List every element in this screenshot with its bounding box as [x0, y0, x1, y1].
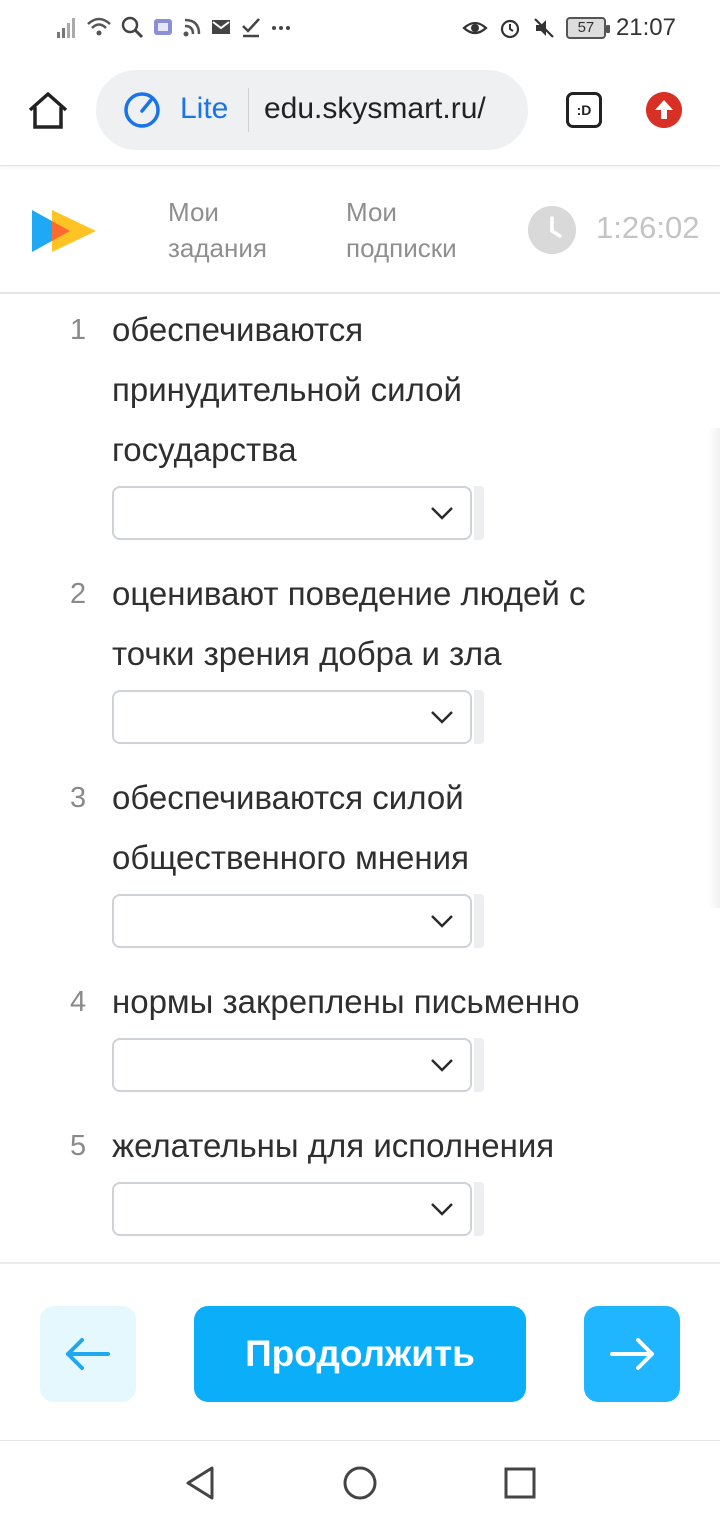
question-text: обеспечиваются силой общественного мнени… — [112, 768, 672, 888]
chevron-down-icon — [431, 507, 453, 520]
wifi-icon — [87, 17, 111, 36]
question-text: обеспечиваются принудительной силой госу… — [112, 300, 672, 480]
question-text-line: оценивают поведение людей с — [112, 575, 586, 612]
answer-dropdown[interactable] — [112, 894, 472, 948]
more-dots-icon — [272, 26, 290, 30]
site-header: Мои задания Мои подписки 1:26:02 — [0, 166, 720, 294]
question-text: желательны для исполнения — [112, 1116, 672, 1176]
chevron-down-icon — [431, 711, 453, 724]
clock-icon — [528, 206, 576, 254]
answer-dropdown[interactable] — [112, 1038, 472, 1092]
home-icon[interactable] — [26, 90, 70, 130]
question-text-line: обеспечиваются силой — [112, 779, 464, 816]
answer-dropdown[interactable] — [112, 1182, 472, 1236]
nav-my-subscriptions[interactable]: Мои подписки — [346, 194, 457, 266]
eye-icon — [462, 21, 488, 35]
page-scrollbar[interactable] — [708, 428, 720, 908]
question-number: 3 — [70, 782, 87, 814]
back-button[interactable] — [40, 1306, 136, 1402]
timer: 1:26:02 — [596, 210, 700, 245]
question-list: 1 обеспечиваются принудительной силой го… — [0, 296, 720, 1262]
skysmart-logo-icon[interactable] — [30, 206, 98, 256]
rss-icon — [183, 18, 201, 37]
question-text-line: обеспечиваются — [112, 311, 364, 348]
arrow-right-icon — [610, 1338, 654, 1370]
signal-icon — [57, 18, 75, 38]
status-bar-notifications — [56, 14, 292, 40]
lite-mode-label[interactable]: Lite — [180, 92, 228, 126]
question-number: 5 — [70, 1130, 87, 1162]
question-text-line: общественного мнения — [112, 839, 469, 876]
dropdown-edge — [474, 486, 484, 540]
question-text-line: желательны для исполнения — [112, 1127, 555, 1164]
chevron-down-icon — [431, 1203, 453, 1216]
nav-my-tasks[interactable]: Мои задания — [168, 194, 267, 266]
question-text: нормы закреплены письменно — [112, 972, 672, 1032]
question-text: оценивают поведение людей с точки зрения… — [112, 564, 672, 684]
question-text-line: государства — [112, 431, 297, 468]
system-navigation-bar — [0, 1440, 720, 1520]
nav-my-tasks-line1: Мои — [168, 197, 219, 227]
action-bar: Продолжить — [0, 1262, 720, 1440]
dropdown-edge — [474, 690, 484, 744]
question-text-line: нормы закреплены письменно — [112, 983, 580, 1020]
chevron-down-icon — [431, 1059, 453, 1072]
continue-button[interactable]: Продолжить — [194, 1306, 526, 1402]
status-bar-system: 57 21:07 — [462, 14, 676, 42]
address-bar[interactable]: Lite edu.skysmart.ru/ — [96, 70, 528, 150]
next-button[interactable] — [584, 1306, 680, 1402]
chevron-down-icon — [431, 915, 453, 928]
mail-icon — [212, 20, 230, 34]
dropdown-edge — [474, 1038, 484, 1092]
status-bar: 57 21:07 — [0, 0, 720, 56]
question-number: 1 — [70, 314, 87, 346]
update-arrow-icon[interactable] — [646, 92, 682, 128]
alarm-icon — [500, 19, 520, 39]
tabs-button[interactable]: :D — [566, 92, 602, 128]
url-text[interactable]: edu.skysmart.ru/ — [264, 92, 486, 126]
mute-icon — [534, 18, 554, 38]
battery-icon: 57 — [565, 17, 610, 39]
question-number: 2 — [70, 578, 87, 610]
question-text-line: принудительной силой — [112, 371, 462, 408]
nav-my-subscriptions-line1: Мои — [346, 197, 397, 227]
search-icon — [121, 16, 144, 39]
answer-dropdown[interactable] — [112, 690, 472, 744]
home-circle-icon[interactable] — [340, 1463, 380, 1503]
recents-square-icon[interactable] — [500, 1463, 540, 1503]
dropdown-edge — [474, 1182, 484, 1236]
browser-toolbar: Lite edu.skysmart.ru/ :D — [0, 56, 720, 166]
nav-my-tasks-line2: задания — [168, 233, 267, 263]
answer-dropdown[interactable] — [112, 486, 472, 540]
nav-my-subscriptions-line2: подписки — [346, 233, 457, 263]
question-text-line: точки зрения добра и зла — [112, 635, 502, 672]
back-triangle-icon[interactable] — [182, 1463, 222, 1503]
check-icon — [242, 18, 260, 38]
speedometer-icon — [124, 92, 160, 128]
arrow-left-icon — [66, 1338, 110, 1370]
dropdown-edge — [474, 894, 484, 948]
shield-app-icon — [154, 19, 172, 35]
question-number: 4 — [70, 986, 87, 1018]
status-time: 21:07 — [615, 14, 676, 41]
url-separator — [248, 88, 249, 132]
